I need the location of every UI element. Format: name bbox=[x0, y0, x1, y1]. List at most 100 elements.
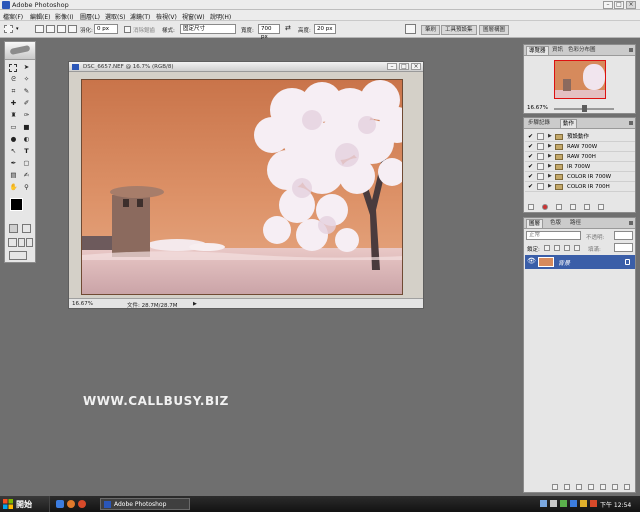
document-title-bar[interactable]: DSC_6657.NEF @ 16.7% (RGB/8) – □ × bbox=[69, 62, 423, 72]
action-set-row[interactable]: ✔ ▶ COLOR IR 700H bbox=[525, 182, 635, 192]
eye-icon[interactable]: 👁 bbox=[527, 258, 536, 265]
start-button[interactable]: 開始 bbox=[0, 496, 50, 512]
document-canvas[interactable] bbox=[81, 79, 403, 295]
hand-tool-icon[interactable]: ✋ bbox=[9, 183, 18, 192]
shape-tool-icon[interactable]: ▢ bbox=[22, 159, 31, 168]
slice-tool-icon[interactable]: ✎ bbox=[22, 87, 31, 96]
tab-histogram[interactable]: 色彩分布圖 bbox=[566, 46, 598, 55]
standard-mode-icon[interactable] bbox=[9, 224, 18, 233]
marquee-preset-icon[interactable] bbox=[4, 25, 13, 33]
eyedropper-tool-icon[interactable]: ✍ bbox=[22, 171, 31, 180]
link-layers-button[interactable] bbox=[552, 484, 558, 490]
play-action-button[interactable] bbox=[556, 204, 562, 210]
doc-minimize-button[interactable]: – bbox=[387, 63, 397, 70]
expand-arrow-icon[interactable]: ▶ bbox=[548, 173, 552, 180]
style-select[interactable]: 固定尺寸 bbox=[180, 24, 236, 34]
new-layer-button[interactable] bbox=[612, 484, 618, 490]
menu-help[interactable]: 說明(H) bbox=[210, 12, 231, 21]
action-set-row[interactable]: ✔ ▶ COLOR IR 700W bbox=[525, 172, 635, 182]
lasso-tool-icon[interactable]: ᘓ bbox=[9, 75, 18, 84]
new-action-button[interactable] bbox=[584, 204, 590, 210]
path-selection-tool-icon[interactable]: ↖ bbox=[9, 147, 18, 156]
tab-layers[interactable]: 圖層 bbox=[526, 219, 544, 228]
tray-update-icon[interactable] bbox=[580, 500, 587, 507]
move-tool-icon[interactable]: ➤ bbox=[22, 63, 31, 72]
file-browser-icon[interactable] bbox=[405, 24, 416, 34]
brush-tool-icon[interactable]: ✐ bbox=[22, 99, 31, 108]
lock-all-icon[interactable] bbox=[574, 245, 580, 251]
expand-arrow-icon[interactable]: ▶ bbox=[548, 133, 552, 140]
add-selection-icon[interactable] bbox=[46, 25, 55, 33]
lock-pixels-icon[interactable] bbox=[554, 245, 560, 251]
taskbar-clock[interactable]: 下午 12:54 bbox=[600, 500, 631, 509]
rectangular-marquee-tool-icon[interactable] bbox=[9, 64, 17, 72]
dialog-toggle[interactable] bbox=[537, 153, 544, 160]
tab-info[interactable]: 資訊 bbox=[550, 46, 565, 55]
tray-volume-icon[interactable] bbox=[550, 500, 557, 507]
zoom-tool-icon[interactable]: ⚲ bbox=[22, 183, 31, 192]
jump-to-imageready-icon[interactable] bbox=[9, 251, 27, 260]
intersect-selection-icon[interactable] bbox=[68, 25, 77, 33]
dialog-toggle[interactable] bbox=[537, 173, 544, 180]
close-button[interactable]: × bbox=[626, 1, 636, 9]
tab-history[interactable]: 步驟記錄 bbox=[526, 119, 552, 128]
doc-close-button[interactable]: × bbox=[411, 63, 421, 70]
dialog-toggle[interactable] bbox=[537, 133, 544, 140]
delete-action-button[interactable] bbox=[598, 204, 604, 210]
antialias-checkbox[interactable] bbox=[124, 26, 131, 33]
panel-menu-icon[interactable] bbox=[629, 121, 633, 125]
feather-input[interactable]: 0 px bbox=[94, 24, 118, 34]
tray-security-icon[interactable] bbox=[570, 500, 577, 507]
lock-transparency-icon[interactable] bbox=[544, 245, 550, 251]
expand-arrow-icon[interactable]: ▶ bbox=[548, 153, 552, 160]
tray-app-icon[interactable] bbox=[560, 500, 567, 507]
type-tool-icon[interactable]: T bbox=[22, 147, 31, 156]
dialog-toggle[interactable] bbox=[537, 143, 544, 150]
doc-maximize-button[interactable]: □ bbox=[399, 63, 409, 70]
expand-arrow-icon[interactable]: ▶ bbox=[548, 183, 552, 190]
menu-filter[interactable]: 濾鏡(T) bbox=[130, 12, 150, 21]
status-menu-arrow-icon[interactable]: ▶ bbox=[193, 301, 197, 307]
tab-tool-presets[interactable]: 工具預設集 bbox=[441, 25, 477, 35]
new-selection-icon[interactable] bbox=[35, 25, 44, 33]
panel-menu-icon[interactable] bbox=[629, 48, 633, 52]
tab-actions[interactable]: 動作 bbox=[560, 119, 578, 128]
notes-tool-icon[interactable]: ▤ bbox=[9, 171, 18, 180]
maximize-button[interactable]: □ bbox=[614, 1, 624, 9]
history-brush-tool-icon[interactable]: ✑ bbox=[22, 111, 31, 120]
menu-window[interactable]: 視窗(W) bbox=[182, 12, 205, 21]
navigator-slider-thumb[interactable] bbox=[582, 105, 587, 112]
quick-mask-mode-icon[interactable] bbox=[22, 224, 31, 233]
adjustment-layer-button[interactable] bbox=[600, 484, 606, 490]
screen-mode-standard-icon[interactable] bbox=[8, 238, 17, 247]
expand-arrow-icon[interactable]: ▶ bbox=[548, 143, 552, 150]
subtract-selection-icon[interactable] bbox=[57, 25, 66, 33]
browser-quicklaunch-icon[interactable] bbox=[67, 500, 75, 508]
record-action-button[interactable] bbox=[542, 204, 548, 210]
check-icon[interactable]: ✔ bbox=[527, 173, 534, 180]
new-set-button[interactable] bbox=[570, 204, 576, 210]
screen-mode-full-menu-icon[interactable] bbox=[18, 238, 25, 247]
clone-stamp-tool-icon[interactable]: ♜ bbox=[9, 111, 18, 120]
navigator-thumbnail[interactable] bbox=[554, 60, 606, 99]
magic-wand-tool-icon[interactable]: ✧ bbox=[22, 75, 31, 84]
tab-channels[interactable]: 色版 bbox=[548, 219, 563, 228]
new-group-button[interactable] bbox=[588, 484, 594, 490]
expand-arrow-icon[interactable]: ▶ bbox=[548, 163, 552, 170]
tab-paths[interactable]: 路徑 bbox=[568, 219, 583, 228]
lock-position-icon[interactable] bbox=[564, 245, 570, 251]
menu-select[interactable]: 選取(S) bbox=[105, 12, 126, 21]
tab-navigator[interactable]: 導覽器 bbox=[526, 46, 549, 55]
eraser-tool-icon[interactable]: ▭ bbox=[9, 123, 18, 132]
action-set-row[interactable]: ✔ ▶ RAW 700W bbox=[525, 142, 635, 152]
check-icon[interactable]: ✔ bbox=[527, 133, 534, 140]
menu-file[interactable]: 檔案(F) bbox=[3, 12, 23, 21]
show-desktop-icon[interactable] bbox=[56, 500, 64, 508]
check-icon[interactable]: ✔ bbox=[527, 143, 534, 150]
menu-image[interactable]: 影像(I) bbox=[55, 12, 73, 21]
tray-network-icon[interactable] bbox=[540, 500, 547, 507]
menu-edit[interactable]: 編輯(E) bbox=[30, 12, 50, 21]
taskbar-photoshop-button[interactable]: Adobe Photoshop bbox=[100, 498, 190, 510]
gradient-tool-icon[interactable]: ■ bbox=[22, 123, 31, 132]
check-icon[interactable]: ✔ bbox=[527, 163, 534, 170]
